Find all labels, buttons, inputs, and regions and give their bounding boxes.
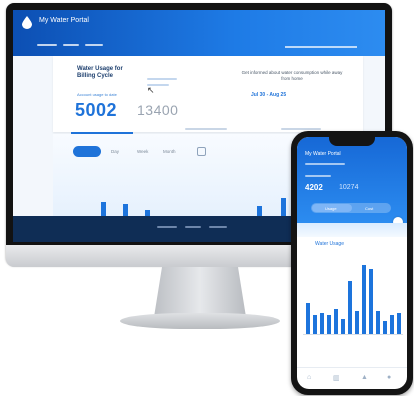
period-option[interactable]: Week xyxy=(137,149,148,154)
app-title: My Water Portal xyxy=(39,17,89,24)
nav-link-billing[interactable] xyxy=(85,44,103,46)
chart-axis xyxy=(303,334,403,335)
footer-link[interactable] xyxy=(209,226,227,228)
phone-value-label xyxy=(305,175,331,177)
chart-bar xyxy=(334,309,338,334)
chart-bar xyxy=(383,321,387,334)
chart-bar xyxy=(306,303,310,334)
phone-subheader xyxy=(297,223,407,237)
calendar-icon[interactable] xyxy=(197,147,206,156)
phone-chart-label: Water Usage xyxy=(315,241,344,247)
desktop-header: My Water Portal xyxy=(13,10,385,56)
user-icon[interactable]: ● xyxy=(387,374,391,381)
phone-tab-bar: ⌂ ▥ ▲ ● xyxy=(297,367,407,389)
compare-value: 13400 xyxy=(137,102,179,118)
chart-bar xyxy=(320,313,324,334)
chart-bar xyxy=(313,315,317,334)
segment-label[interactable]: Cost xyxy=(365,206,373,211)
monitor-stand xyxy=(154,267,246,317)
chart-bar xyxy=(390,315,394,334)
chart-bar xyxy=(327,315,331,334)
footer-link[interactable] xyxy=(185,226,201,228)
home-icon[interactable]: ⌂ xyxy=(307,374,311,381)
field-label xyxy=(147,78,177,80)
chart-icon[interactable]: ▥ xyxy=(333,374,340,382)
nav-link-home[interactable] xyxy=(37,44,57,46)
period-selector-active[interactable] xyxy=(73,146,101,157)
chart-bar xyxy=(281,198,286,216)
monitor-stand-base xyxy=(120,313,280,329)
info-text: Get informed about water consumption whi… xyxy=(241,70,343,81)
cursor-icon: ↖ xyxy=(147,85,155,95)
chart-bar xyxy=(257,206,262,216)
account-menu[interactable] xyxy=(285,46,357,48)
droplet-icon xyxy=(21,15,37,29)
tab-secondary[interactable] xyxy=(185,128,227,130)
chart-bar xyxy=(341,319,345,334)
phone-screen: My Water Portal 4202 10274 Usage Cost Wa… xyxy=(297,137,407,389)
segment-label[interactable]: Usage xyxy=(325,206,337,211)
phone-subtitle xyxy=(305,163,345,165)
phone-app-title: My Water Portal xyxy=(305,151,341,157)
chart-bar xyxy=(355,311,359,334)
phone-compare-value: 10274 xyxy=(339,184,359,191)
billing-dates: Jul 30 - Aug 25 xyxy=(251,92,287,98)
usage-value: 5002 xyxy=(75,100,118,120)
chart-bar xyxy=(362,265,366,334)
card-title: Water Usage for Billing Cycle xyxy=(77,66,123,79)
bell-icon[interactable]: ▲ xyxy=(361,374,368,381)
phone-notch xyxy=(329,137,375,146)
chart-bar xyxy=(101,202,106,216)
chart-bar xyxy=(369,269,373,334)
footer-link[interactable] xyxy=(157,226,177,228)
chart-bar xyxy=(348,281,352,334)
phone-usage-value: 4202 xyxy=(305,183,323,192)
nav-link-usage[interactable] xyxy=(63,44,79,46)
chart-bar xyxy=(376,311,380,334)
usage-summary-card: Water Usage for Billing Cycle Account us… xyxy=(53,56,363,132)
chart-bar xyxy=(397,313,401,334)
tab-tertiary[interactable] xyxy=(281,128,321,130)
phone-header: My Water Portal 4202 10274 Usage Cost xyxy=(297,137,407,223)
period-option[interactable]: Day xyxy=(111,149,119,154)
period-option[interactable]: Month xyxy=(163,149,176,154)
chart-bar xyxy=(123,204,128,216)
usage-sub-label: Account usage to date xyxy=(77,92,117,97)
